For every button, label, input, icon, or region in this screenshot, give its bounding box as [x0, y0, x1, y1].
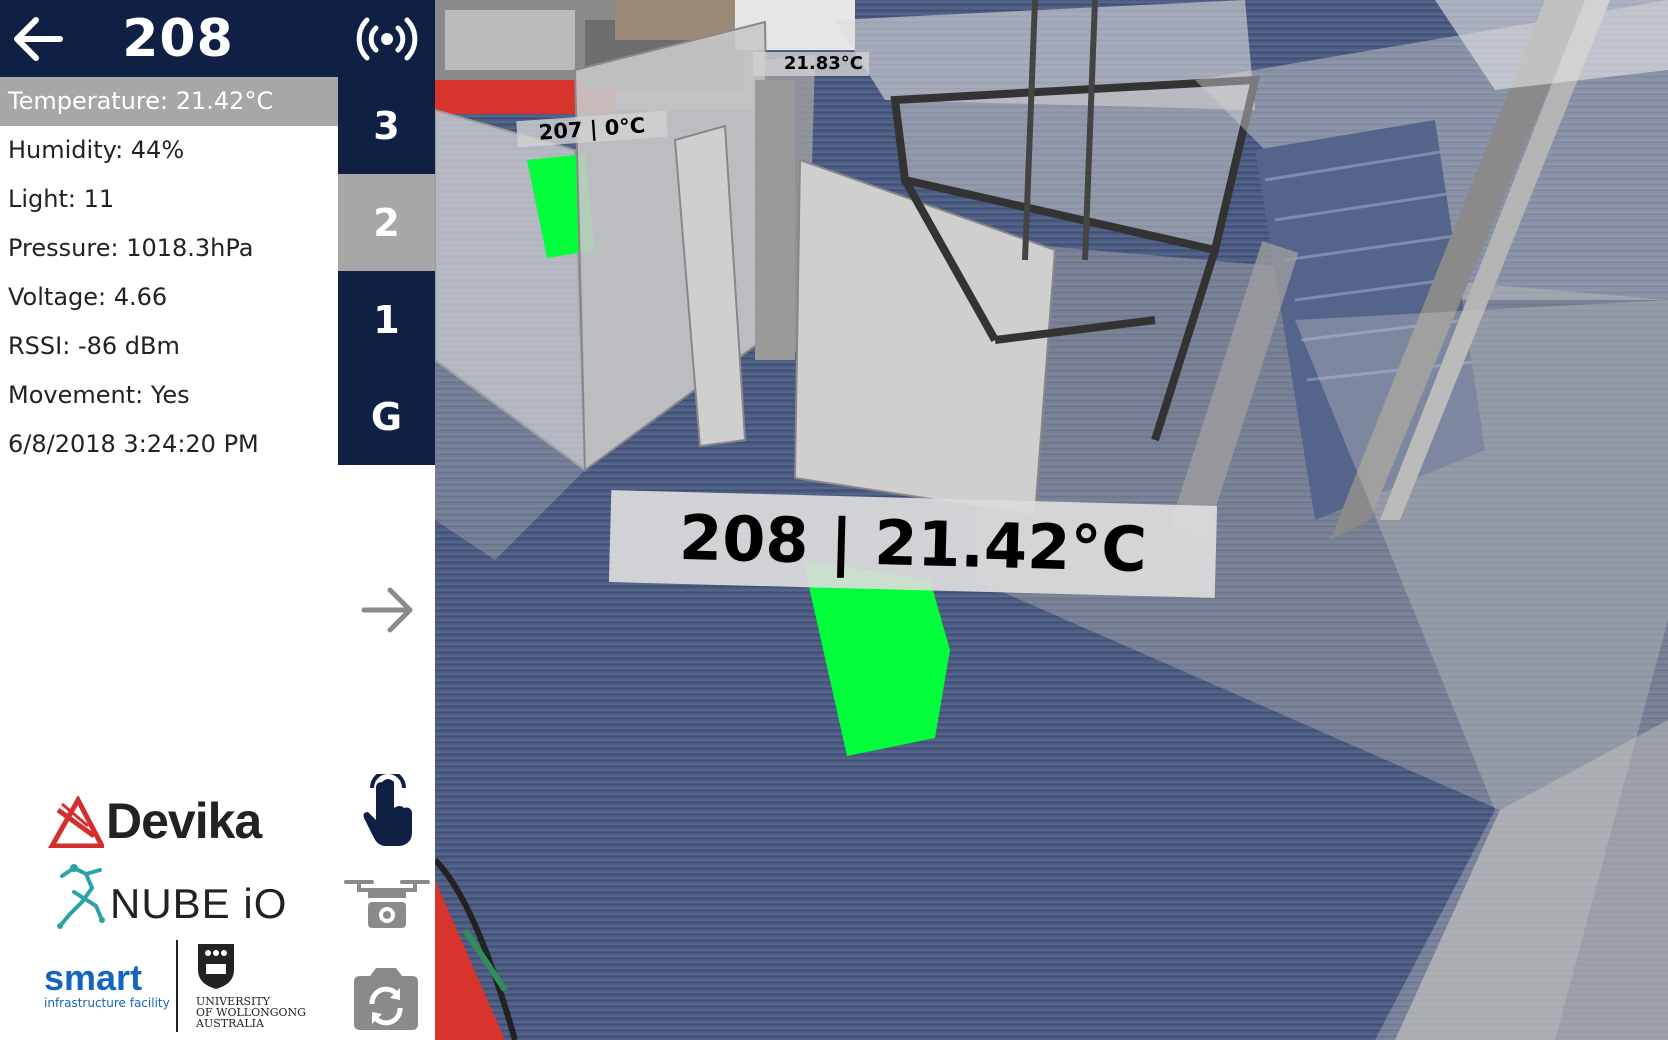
control-column: 3 2 1 G	[338, 0, 435, 1040]
metric-temperature[interactable]: Temperature: 21.42°C	[0, 77, 338, 126]
uow-text: UNIVERSITY OF WOLLONGONG AUSTRALIA	[196, 995, 306, 1030]
floor-button-1[interactable]: 1	[338, 271, 435, 368]
frog-icon	[57, 864, 105, 929]
metric-timestamp: 6/8/2018 3:24:20 PM	[8, 430, 259, 458]
devika-wordmark: Devika	[106, 793, 262, 849]
drone-icon	[344, 880, 430, 928]
uow-logo: UNIVERSITY OF WOLLONGONG AUSTRALIA	[192, 942, 322, 1037]
metric-movement[interactable]: Movement: Yes	[0, 371, 338, 420]
next-button[interactable]	[358, 580, 418, 640]
sensor-label-far[interactable]: 21.83°C	[753, 52, 869, 76]
sensor-info-panel: 208 Temperature: 21.42°C Humidity: 44% L…	[0, 0, 338, 1040]
arrow-right-icon	[361, 587, 413, 633]
sensor-label-208[interactable]: 208 | 21.42°C	[608, 490, 1218, 598]
logo-divider	[176, 940, 178, 1032]
metrics-list: Temperature: 21.42°C Humidity: 44% Light…	[0, 77, 338, 469]
metric-humidity[interactable]: Humidity: 44%	[0, 126, 338, 175]
back-arrow-icon	[14, 17, 63, 61]
floor-button-3[interactable]: 3	[338, 77, 435, 174]
broadcast-button[interactable]	[338, 0, 435, 77]
nube-wordmark: NUBE iO	[110, 880, 288, 927]
devika-mark-icon	[48, 796, 104, 848]
uow-crest-icon	[198, 944, 234, 989]
smart-logo: smart infrastructure facility	[44, 957, 174, 1011]
metric-rssi[interactable]: RSSI: -86 dBm	[0, 322, 338, 371]
back-button[interactable]	[6, 8, 68, 70]
floor-button-g[interactable]: G	[338, 368, 435, 465]
camera-rotate-button[interactable]	[348, 964, 424, 1034]
floor-button-2[interactable]: 2	[338, 174, 435, 271]
metric-voltage[interactable]: Voltage: 4.66	[0, 273, 338, 322]
camera-rotate-icon	[354, 968, 418, 1030]
smart-subtitle: infrastructure facility	[44, 996, 170, 1010]
smart-wordmark: smart	[44, 957, 143, 998]
header-bar: 208	[0, 0, 338, 77]
devika-logo: Devika	[48, 792, 288, 852]
touch-mode-button[interactable]	[358, 770, 418, 848]
metric-pressure[interactable]: Pressure: 1018.3hPa	[0, 224, 338, 273]
drone-view-button[interactable]	[342, 876, 432, 932]
room-title: 208	[122, 8, 234, 69]
building-3d-viewport[interactable]: 21.83°C 207 | 0°C 208 | 21.42°C	[435, 0, 1668, 1040]
metric-light[interactable]: Light: 11	[0, 175, 338, 224]
nube-io-logo: NUBE iO	[52, 862, 302, 934]
pointer-hand-icon	[363, 770, 412, 846]
broadcast-icon	[356, 17, 417, 60]
